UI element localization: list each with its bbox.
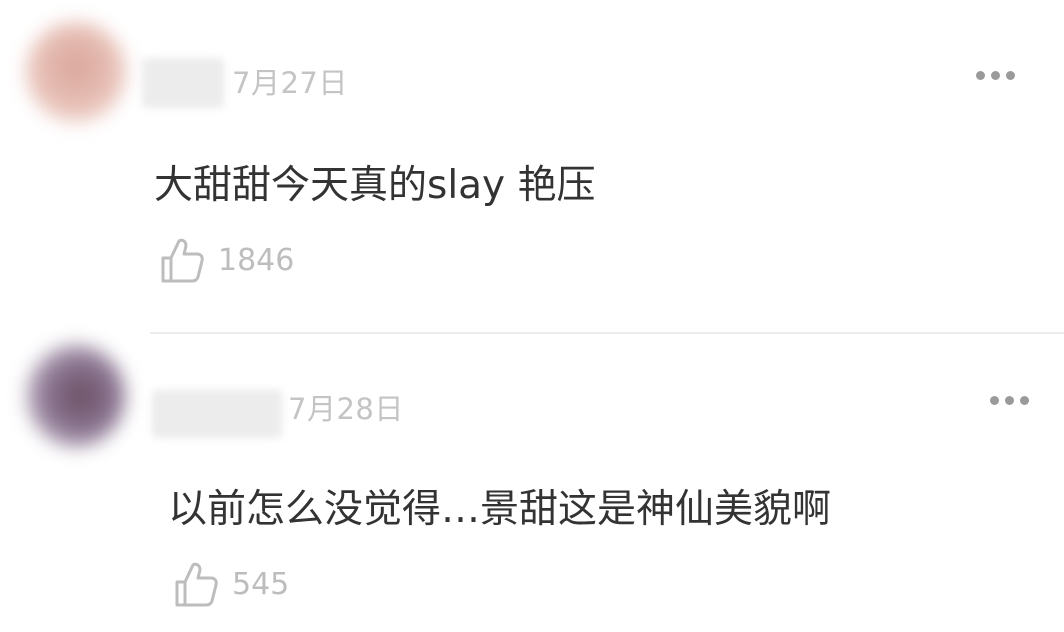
username-blurred[interactable] xyxy=(142,58,224,108)
more-dots-icon xyxy=(1005,395,1014,405)
more-dots-icon xyxy=(1020,395,1029,405)
comment-date: 7月27日 xyxy=(232,66,348,100)
thumbs-up-icon xyxy=(161,238,204,283)
comment-date: 7月28日 xyxy=(288,392,404,426)
thumbs-up-icon xyxy=(175,562,218,607)
like-button[interactable]: 1846 xyxy=(160,236,294,284)
more-options-button[interactable] xyxy=(976,65,1015,85)
more-options-button[interactable] xyxy=(990,390,1029,410)
like-button[interactable]: 545 xyxy=(174,560,289,608)
avatar[interactable] xyxy=(26,344,126,448)
more-dots-icon xyxy=(990,395,999,405)
username-blurred[interactable] xyxy=(152,390,282,438)
avatar[interactable] xyxy=(26,22,126,122)
like-count: 1846 xyxy=(218,242,295,278)
like-count: 545 xyxy=(232,566,290,602)
comment-text: 以前怎么没觉得…景甜这是神仙美貌啊 xyxy=(168,487,832,532)
more-dots-icon xyxy=(1006,70,1015,80)
more-dots-icon xyxy=(991,70,1000,80)
comment-item: 7月28日 以前怎么没觉得…景甜这是神仙美貌啊 545 xyxy=(0,334,1064,632)
comment-item: 7月27日 大甜甜今天真的slay 艳压 1846 xyxy=(0,0,1064,332)
more-dots-icon xyxy=(976,70,985,80)
comment-text: 大甜甜今天真的slay 艳压 xyxy=(154,163,596,208)
